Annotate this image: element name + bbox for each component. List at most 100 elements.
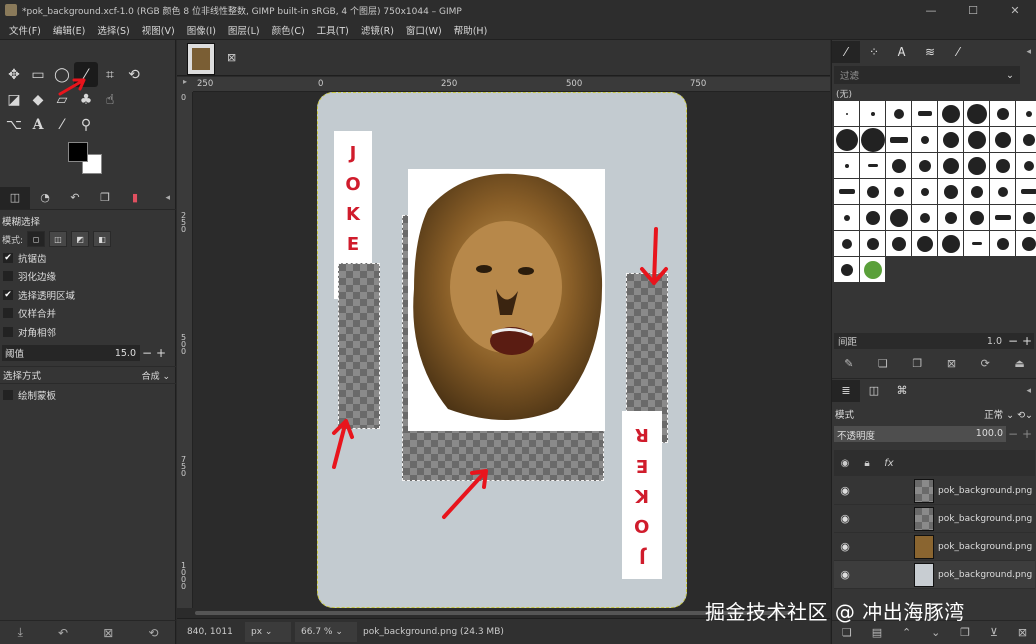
patterns-tab[interactable]: ⁘	[860, 41, 888, 63]
brush-preview[interactable]	[990, 179, 1015, 204]
lower-layer-icon[interactable]: ⌄	[931, 626, 940, 639]
document-tab[interactable]: ▮	[120, 187, 150, 209]
brush-preview[interactable]	[938, 179, 963, 204]
channels-tab[interactable]: ◫	[860, 380, 888, 402]
menu-windows[interactable]: 窗口(W)	[400, 23, 448, 37]
transform-icon[interactable]: ⟲	[122, 62, 146, 87]
zoom-dropdown[interactable]: 66.7 % ⌄	[295, 621, 357, 642]
layer-mode-dropdown[interactable]: 正常 ⌄ ⟲⌄	[984, 407, 1033, 421]
reset-options-icon[interactable]: ⟲	[148, 626, 158, 640]
panel-menu-icon[interactable]: ◂	[1026, 386, 1031, 396]
text-icon[interactable]: A	[26, 112, 50, 137]
brush-preview[interactable]	[834, 153, 859, 178]
chevron-down-icon[interactable]: ⌄	[1006, 70, 1014, 81]
brush-preview[interactable]	[834, 127, 859, 152]
brush-preview[interactable]	[886, 179, 911, 204]
menu-tools[interactable]: 工具(T)	[311, 23, 355, 37]
antialias-checkbox[interactable]: ✔ 抗锯齿	[3, 250, 47, 266]
brush-preview[interactable]	[860, 205, 885, 230]
brush-preview[interactable]	[834, 101, 859, 126]
brush-preview[interactable]	[1016, 179, 1036, 204]
mode-replace-button[interactable]: ◻	[27, 231, 46, 247]
edit-brush-icon[interactable]: ✎	[844, 357, 853, 370]
brush-preview[interactable]	[912, 179, 937, 204]
layer-mode-row[interactable]: 模式 正常 ⌄ ⟲⌄	[832, 404, 1036, 424]
brush-preview[interactable]	[912, 231, 937, 256]
warp-icon[interactable]	[146, 62, 170, 87]
brush-preview[interactable]	[1016, 205, 1036, 230]
new-layer-icon[interactable]: ❏	[842, 626, 852, 639]
brush-preview[interactable]	[912, 101, 937, 126]
menu-view[interactable]: 视图(V)	[136, 23, 181, 37]
maximize-button[interactable]: ☐	[952, 0, 994, 20]
brush-preview[interactable]	[1016, 101, 1036, 126]
delete-brush-icon[interactable]: ⊠	[947, 357, 956, 370]
plus-icon[interactable]: +	[154, 346, 168, 360]
feather-checkbox[interactable]: 羽化边缘	[3, 268, 56, 284]
eye-icon[interactable]: ◉	[834, 540, 856, 553]
raise-layer-icon[interactable]: ⌃	[902, 626, 911, 639]
close-button[interactable]: ✕	[994, 0, 1036, 20]
brush-preview[interactable]	[886, 101, 911, 126]
smudge-icon[interactable]: ☝	[98, 87, 122, 112]
menu-colors[interactable]: 颜色(C)	[266, 23, 311, 37]
minus-icon[interactable]: −	[1006, 334, 1020, 348]
fonts-tab[interactable]: Ꭺ	[888, 41, 916, 63]
paths-icon[interactable]: ⌥	[2, 112, 26, 137]
brush-preview[interactable]	[964, 153, 989, 178]
brush-preview[interactable]	[990, 231, 1015, 256]
eye-icon[interactable]: ◉	[834, 568, 856, 581]
diagonal-checkbox[interactable]: 对角相邻	[3, 324, 56, 340]
brush-preview[interactable]	[912, 205, 937, 230]
menu-layer[interactable]: 图层(L)	[222, 23, 266, 37]
eye-icon[interactable]: ◉	[834, 458, 856, 469]
layer-name[interactable]: pok_background.png	[938, 514, 1032, 524]
move-icon[interactable]: ✥	[2, 62, 26, 87]
vertical-scrollbar[interactable]	[817, 92, 830, 608]
brush-preview[interactable]	[990, 205, 1015, 230]
ruler-corner[interactable]: ▸	[177, 77, 193, 92]
zoom-icon[interactable]: ⚲	[74, 112, 98, 137]
dynamics-tab[interactable]: ≋	[916, 41, 944, 63]
select-by-row[interactable]: 选择方式 合成 ⌄	[0, 366, 176, 384]
mode-add-button[interactable]: ◫	[49, 231, 68, 247]
layer-row[interactable]: ◉ pok_background.png	[834, 533, 1035, 561]
mode-subtract-button[interactable]: ◩	[71, 231, 90, 247]
delete-layer-icon[interactable]: ⊠	[1018, 626, 1027, 639]
undo-history-tab[interactable]: ↶	[60, 187, 90, 209]
brush-preview[interactable]	[912, 153, 937, 178]
sample-merged-checkbox[interactable]: 仅样合并	[3, 305, 56, 321]
brush-preview[interactable]	[860, 231, 885, 256]
brush-preview[interactable]	[1016, 153, 1036, 178]
brush-preview[interactable]	[990, 127, 1015, 152]
select-by-dropdown[interactable]: 合成 ⌄	[142, 369, 170, 382]
spacing-slider[interactable]: 间距 1.0 − +	[834, 333, 1034, 349]
brush-preview[interactable]	[938, 205, 963, 230]
close-tab-icon[interactable]: ⊠	[227, 51, 236, 64]
menu-file[interactable]: 文件(F)	[3, 23, 47, 37]
new-group-icon[interactable]: ▤	[872, 626, 882, 639]
layers-tab[interactable]: ≣	[832, 379, 860, 402]
brush-preview[interactable]	[860, 153, 885, 178]
image-tab-thumbnail[interactable]	[187, 43, 215, 75]
brush-preview[interactable]	[938, 231, 963, 256]
new-brush-icon[interactable]: ❏	[878, 357, 888, 370]
menu-select[interactable]: 选择(S)	[91, 23, 135, 37]
layer-name[interactable]: pok_background.png	[938, 486, 1032, 496]
paint-icon[interactable]: ◆	[26, 87, 50, 112]
minus-icon[interactable]: −	[1006, 427, 1020, 441]
plus-icon[interactable]: +	[1020, 427, 1034, 441]
brush-preview[interactable]	[834, 179, 859, 204]
color-swatches[interactable]	[68, 142, 104, 176]
fx-icon[interactable]: fx	[878, 458, 900, 469]
brush-filter-input[interactable]: 过滤 ⌄	[834, 66, 1020, 84]
opacity-slider[interactable]: 不透明度 100.0 − +	[834, 426, 1034, 442]
menu-image[interactable]: 图像(I)	[181, 23, 222, 37]
duplicate-layer-icon[interactable]: ❐	[960, 626, 970, 639]
brush-preview[interactable]	[834, 231, 859, 256]
layer-row[interactable]: ◉ pok_background.png	[834, 477, 1035, 505]
panel-menu-icon[interactable]: ◂	[1026, 47, 1031, 57]
mode-intersect-button[interactable]: ◧	[93, 231, 112, 247]
brushes-tab[interactable]: ⁄	[832, 41, 860, 63]
brush-preview[interactable]	[938, 101, 963, 126]
